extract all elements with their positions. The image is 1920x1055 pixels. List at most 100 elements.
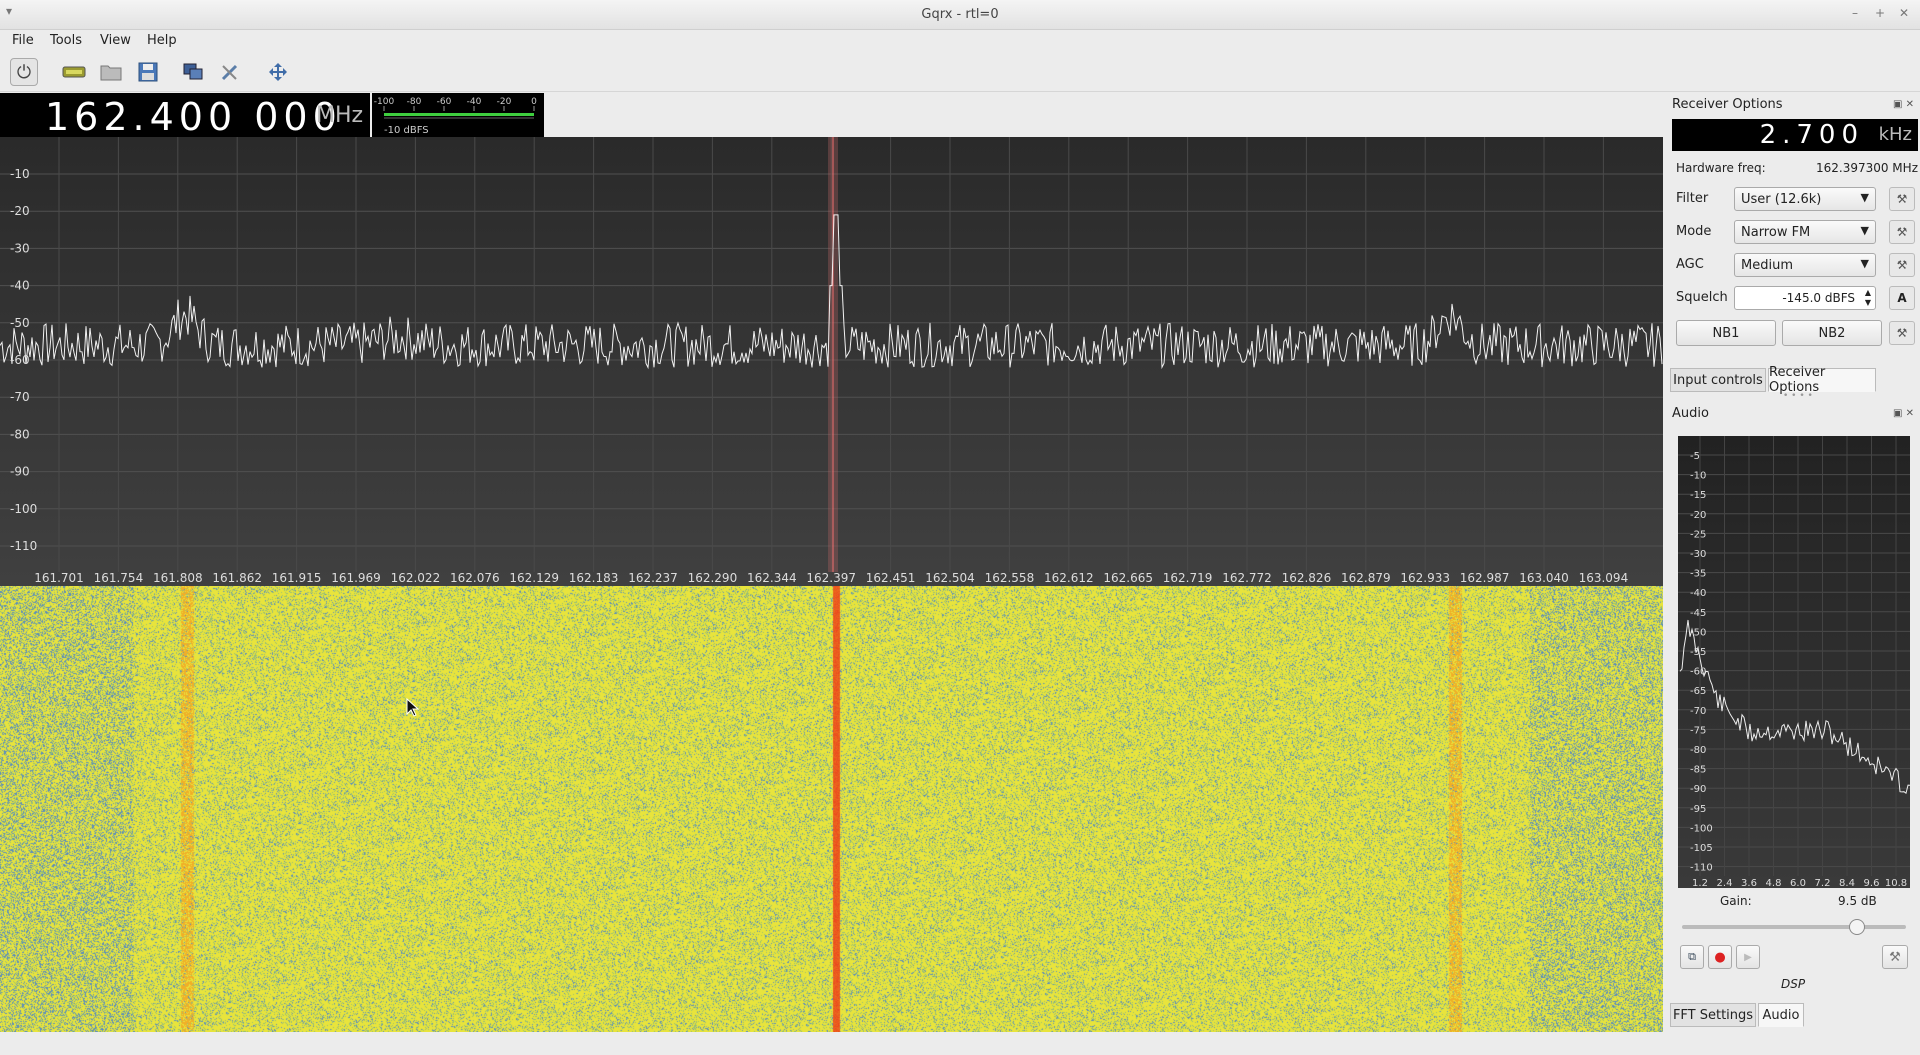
waterfall[interactable] [0, 586, 1663, 1032]
y-tick-label: -30 [1690, 549, 1706, 560]
save-button[interactable] [134, 58, 162, 86]
open-button[interactable] [97, 58, 125, 86]
splitter-handle[interactable]: • • • • [1783, 391, 1813, 401]
filter-label: Filter [1676, 191, 1709, 206]
filter-offset-display[interactable]: 2.700 kHz [1672, 119, 1918, 151]
agc-select[interactable]: Medium ▼ [1734, 253, 1876, 277]
gain-slider-track[interactable] [1682, 925, 1906, 929]
squelch-label: Squelch [1676, 290, 1728, 305]
toolbar: ⏻ [0, 52, 1920, 92]
menu-help[interactable]: Help [147, 33, 177, 48]
frequency-unit: MHz [316, 103, 364, 128]
close-icon[interactable]: ✕ [1899, 6, 1909, 20]
x-tick-label: 161.808 [153, 571, 203, 585]
x-tick-label: 7.2 [1815, 878, 1831, 888]
x-tick-label: 162.504 [925, 571, 975, 585]
x-tick-label: 162.344 [747, 571, 797, 585]
squelch-input[interactable]: -145.0 dBFS ▲ ▼ [1734, 286, 1876, 310]
device-button[interactable] [60, 58, 88, 86]
record-icon: ● [1714, 949, 1726, 965]
filter-select[interactable]: User (12.6k) ▼ [1734, 187, 1876, 211]
audio-options-button[interactable]: ⚒ [1882, 945, 1908, 969]
play-icon: ▶ [1744, 951, 1752, 963]
spectrum-plot[interactable]: -10 -20 -30 -40 -50 -60 -70 -80 -90 -100 -110 161.7… [0, 137, 1663, 586]
meter-level-bar [384, 113, 534, 116]
x-tick-label: 163.094 [1579, 571, 1629, 585]
power-button[interactable]: ⏻ [10, 58, 38, 86]
y-tick-label: -60 [1690, 667, 1706, 678]
y-tick-label: -90 [1690, 784, 1706, 795]
chevron-down-icon: ▼ [1860, 257, 1869, 270]
mode-label: Mode [1676, 224, 1712, 239]
meter-tick-label: -100 [374, 97, 395, 107]
x-tick-label: 162.612 [1044, 571, 1094, 585]
filter-row: Filter User (12.6k) ▼ ⚒ [1676, 187, 1916, 211]
squelch-value: -145.0 dBFS [1782, 291, 1855, 305]
tab-input-controls[interactable]: Input controls [1670, 368, 1766, 392]
wrench-icon: ⚒ [1896, 192, 1908, 206]
x-tick-label: 162.022 [391, 571, 441, 585]
x-tick-label: 161.915 [272, 571, 322, 585]
agc-label: AGC [1676, 257, 1704, 272]
meter-tick-label: -80 [407, 97, 422, 107]
tab-fft-settings[interactable]: FFT Settings [1670, 1003, 1756, 1027]
y-tick-label: -55 [1690, 647, 1706, 658]
noise-blanker-options-button[interactable]: ⚒ [1889, 321, 1915, 345]
x-tick-label: 161.969 [331, 571, 381, 585]
menu-tools[interactable]: Tools [50, 33, 82, 48]
x-tick-label: 162.237 [628, 571, 678, 585]
play-button[interactable]: ▶ [1736, 945, 1760, 969]
settings-button[interactable] [216, 58, 244, 86]
full-screen-button[interactable] [264, 58, 292, 86]
y-tick-label: -5 [1690, 451, 1700, 462]
dock-float-close-icon[interactable]: ▣ ✕ [1893, 99, 1914, 110]
gain-slider-handle[interactable] [1848, 919, 1865, 935]
filter-offset-value[interactable]: 2.700 [1760, 120, 1864, 150]
mode-value: Narrow FM [1741, 225, 1811, 240]
maximize-icon[interactable]: + [1875, 6, 1885, 20]
waterfall-canvas[interactable] [0, 586, 1663, 1032]
tab-receiver-options[interactable]: Receiver Options [1768, 365, 1876, 395]
audio-fft-plot[interactable]: -5 -10 -15 -20 -25 -30 -35 -40 -45 -50 -55 -60 -65 -7… [1678, 436, 1911, 889]
record-button[interactable]: ● [1708, 945, 1732, 969]
y-tick-label: -80 [10, 427, 30, 441]
x-tick-label: 2.4 [1717, 878, 1733, 888]
y-tick-label: -20 [1690, 510, 1706, 521]
status-bar [0, 1032, 1663, 1055]
chevron-down-icon: ▼ [1860, 224, 1869, 237]
spin-arrows-icon[interactable]: ▲ ▼ [1865, 288, 1871, 308]
y-tick-label: -100 [1690, 823, 1713, 834]
wrench-icon: ⚒ [1896, 258, 1908, 272]
menu-view[interactable]: View [100, 33, 131, 48]
menu-file[interactable]: File [12, 33, 34, 48]
meter-tick-label: -60 [437, 97, 452, 107]
mode-select[interactable]: Narrow FM ▼ [1734, 220, 1876, 244]
audio-spectrum-trace [1679, 619, 1911, 795]
x-tick-label: 161.862 [212, 571, 262, 585]
y-tick-label: -20 [10, 204, 30, 218]
power-icon: ⏻ [16, 61, 32, 83]
network-icon: ⧉ [1688, 950, 1696, 963]
tab-audio[interactable]: Audio [1758, 1003, 1804, 1027]
nb2-button[interactable]: NB2 [1782, 320, 1882, 346]
x-tick-label: 162.933 [1400, 571, 1450, 585]
minimize-icon[interactable]: – [1852, 6, 1858, 20]
x-tick-label: 9.6 [1864, 878, 1880, 888]
frequency-value[interactable]: 162.400 000 [45, 95, 342, 139]
signal-meter: -100 -80 -60 -40 -20 0 -10 dBFS [372, 93, 544, 137]
y-tick-label: -85 [1690, 765, 1706, 776]
mode-options-button[interactable]: ⚒ [1889, 220, 1915, 244]
agc-options-button[interactable]: ⚒ [1889, 253, 1915, 277]
nb1-button[interactable]: NB1 [1676, 320, 1776, 346]
remote-button[interactable] [179, 58, 207, 86]
squelch-auto-button[interactable]: A [1889, 286, 1915, 310]
squelch-row: Squelch -145.0 dBFS ▲ ▼ A [1676, 286, 1916, 310]
y-tick-label: -35 [1690, 569, 1706, 580]
dock-float-close-icon[interactable]: ▣ ✕ [1893, 408, 1914, 419]
y-tick-label: -40 [1690, 588, 1706, 599]
filter-options-button[interactable]: ⚒ [1889, 187, 1915, 211]
gain-label: Gain: [1720, 894, 1752, 908]
y-tick-label: -25 [1690, 529, 1706, 540]
frequency-display[interactable]: 162.400 000 MHz [0, 93, 370, 139]
udp-stream-button[interactable]: ⧉ [1680, 945, 1704, 969]
